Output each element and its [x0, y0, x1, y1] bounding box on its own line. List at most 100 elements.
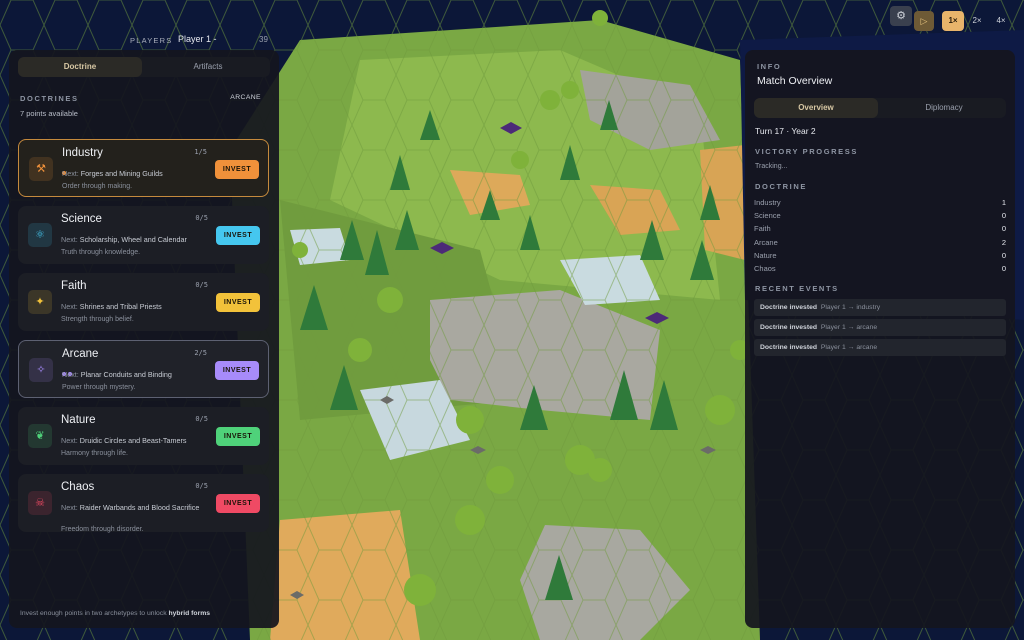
turn-indicator: Turn 17 · Year 2	[755, 126, 816, 136]
player-selector[interactable]: Player 1 -	[178, 34, 217, 44]
doctrine-flavor: Freedom through disorder.	[61, 526, 144, 533]
invest-button[interactable]: INVEST	[216, 226, 260, 245]
doctrine-level-row: Science 0	[754, 211, 1006, 220]
next-label: Next:	[61, 235, 78, 244]
victory-heading: VICTORY PROGRESS	[755, 147, 858, 156]
hybrid-hint-text: Invest enough points in two archetypes t…	[20, 610, 169, 617]
doctrine-card-nature[interactable]: ❦ Nature 0/5 Next: Druidic Circles and Beas…	[18, 407, 269, 465]
invest-button[interactable]: INVEST	[216, 494, 260, 513]
next-unlock: Next: Planar Conduits and Binding	[62, 370, 212, 380]
investment-dots	[62, 363, 74, 376]
info-panel: INFO Match Overview Overview Diplomacy T…	[745, 50, 1015, 628]
event-item: Doctrine invested Player 1 → industry	[754, 299, 1006, 316]
invest-button[interactable]: INVEST	[216, 427, 260, 446]
next-unlock-text: Shrines and Tribal Priests	[79, 302, 162, 311]
doctrine-level-row: Chaos 0	[754, 264, 1006, 273]
match-title: Match Overview	[757, 75, 833, 87]
next-label: Next:	[61, 503, 78, 512]
doctrine-level-row: Industry 1	[754, 198, 1006, 207]
doctrine-level-name: Chaos	[754, 264, 776, 273]
invest-button[interactable]: INVEST	[215, 361, 259, 380]
next-label: Next:	[61, 436, 78, 445]
doctrine-flavor: Order through making.	[62, 183, 133, 190]
doctrine-flavor: Strength through belief.	[61, 316, 134, 323]
hybrid-hint-bold: hybrid forms	[168, 610, 211, 617]
doctrine-card-industry[interactable]: ⚒ Industry 1/5 Next: Forges and Mining Guil…	[18, 139, 269, 197]
next-unlock: Next: Raider Warbands and Blood Sacrific…	[61, 503, 211, 513]
doctrine-level-row: Nature 0	[754, 251, 1006, 260]
doctrine-name: Chaos	[61, 481, 95, 493]
event-action: Doctrine invested	[760, 324, 818, 331]
doctrine-card-faith[interactable]: ✦ Faith 0/5 Next: Shrines and Tribal Priest…	[18, 273, 269, 331]
next-unlock: Next: Scholarship, Wheel and Calendar	[61, 235, 211, 245]
doctrine-level-value: 0	[1001, 264, 1006, 273]
event-detail: Player 1 → industry	[820, 304, 881, 311]
tab-overview[interactable]: Overview	[754, 98, 878, 118]
play-button[interactable]: ▷	[914, 11, 934, 31]
speed-4x-button[interactable]: 4×	[990, 11, 1012, 31]
speed-2x-button[interactable]: 2×	[966, 11, 988, 31]
next-unlock: Next: Druidic Circles and Beast-Tamers	[61, 436, 211, 446]
doctrine-summary-heading: DOCTRINE	[755, 182, 807, 191]
wand-icon: ✧	[29, 358, 53, 382]
right-tabs: Overview Diplomacy	[754, 98, 1006, 118]
next-unlock-text: Raider Warbands and Blood Sacrifice	[79, 503, 200, 512]
player-count: 39	[259, 35, 268, 44]
settings-button[interactable]: ⚙	[890, 6, 912, 26]
invest-button[interactable]: INVEST	[216, 293, 260, 312]
doctrine-count: 0/5	[195, 482, 208, 490]
next-unlock: Next: Shrines and Tribal Priests	[61, 302, 211, 312]
doctrine-flavor: Power through mystery.	[62, 384, 136, 391]
doctrine-name: Arcane	[62, 348, 99, 360]
info-caption: INFO	[757, 62, 782, 71]
player-name: Player 1	[178, 34, 212, 44]
next-label: Next:	[61, 302, 78, 311]
doctrines-heading: DOCTRINES	[20, 94, 79, 103]
next-unlock-text: Forges and Mining Guilds	[80, 169, 163, 178]
leaf-icon: ❦	[28, 424, 52, 448]
doctrine-name: Nature	[61, 414, 96, 426]
tab-diplomacy[interactable]: Diplomacy	[882, 98, 1006, 118]
invest-button[interactable]: INVEST	[215, 160, 259, 179]
doctrine-level-value: 1	[1001, 198, 1006, 207]
players-label: PLAYERS	[130, 36, 173, 45]
event-action: Doctrine invested	[760, 304, 818, 311]
doctrine-level-name: Industry	[754, 198, 781, 207]
doctrine-level-value: 0	[1001, 224, 1006, 234]
doctrine-level-value: 0	[1001, 211, 1006, 221]
doctrine-card-arcane[interactable]: ✧ Arcane 2/5 Next: Planar Conduits and Bind…	[18, 340, 269, 398]
left-tabs: Doctrine Artifacts	[18, 57, 270, 77]
hammer-icon: ⚒	[29, 157, 53, 181]
doctrine-card-science[interactable]: ⚛ Science 0/5 Next: Scholarship, Wheel and …	[18, 206, 269, 264]
sparkle-icon: ✦	[28, 290, 52, 314]
doctrine-panel: Doctrine Artifacts DOCTRINES 7 points av…	[9, 50, 279, 628]
doctrine-level-value: 0	[1001, 250, 1006, 260]
event-item: Doctrine invested Player 1 → arcane	[754, 319, 1006, 336]
doctrine-name: Faith	[61, 280, 87, 292]
atom-icon: ⚛	[28, 223, 52, 247]
doctrine-count: 0/5	[195, 214, 208, 222]
event-detail: Player 1 → arcane	[820, 324, 878, 331]
next-unlock-text: Druidic Circles and Beast-Tamers	[79, 436, 187, 445]
events-heading: RECENT EVENTS	[755, 284, 839, 293]
investment-dots	[62, 162, 68, 175]
event-detail: Player 1 → arcane	[820, 344, 878, 351]
doctrine-level-value: 2	[1001, 237, 1006, 247]
doctrine-count: 0/5	[195, 281, 208, 289]
next-unlock: Next: Forges and Mining Guilds	[62, 169, 212, 179]
doctrine-level-name: Faith	[754, 224, 771, 234]
skull-icon: ☠	[28, 491, 52, 515]
speed-1x-button[interactable]: 1×	[942, 11, 964, 31]
doctrine-level-name: Arcane	[754, 237, 778, 247]
doctrine-name: Industry	[62, 147, 103, 159]
doctrine-count: 0/5	[195, 415, 208, 423]
next-unlock-text: Planar Conduits and Binding	[80, 370, 172, 379]
doctrine-level-name: Science	[754, 211, 781, 221]
doctrine-level-row: Faith 0	[754, 224, 1006, 233]
victory-status: Tracking...	[755, 163, 788, 170]
tab-artifacts[interactable]: Artifacts	[146, 57, 270, 77]
doctrine-level-row: Arcane 2	[754, 238, 1006, 247]
doctrine-flavor: Harmony through life.	[61, 450, 128, 457]
doctrine-card-chaos[interactable]: ☠ Chaos 0/5 Next: Raider Warbands and Blood…	[18, 474, 269, 533]
tab-doctrine[interactable]: Doctrine	[18, 57, 142, 77]
